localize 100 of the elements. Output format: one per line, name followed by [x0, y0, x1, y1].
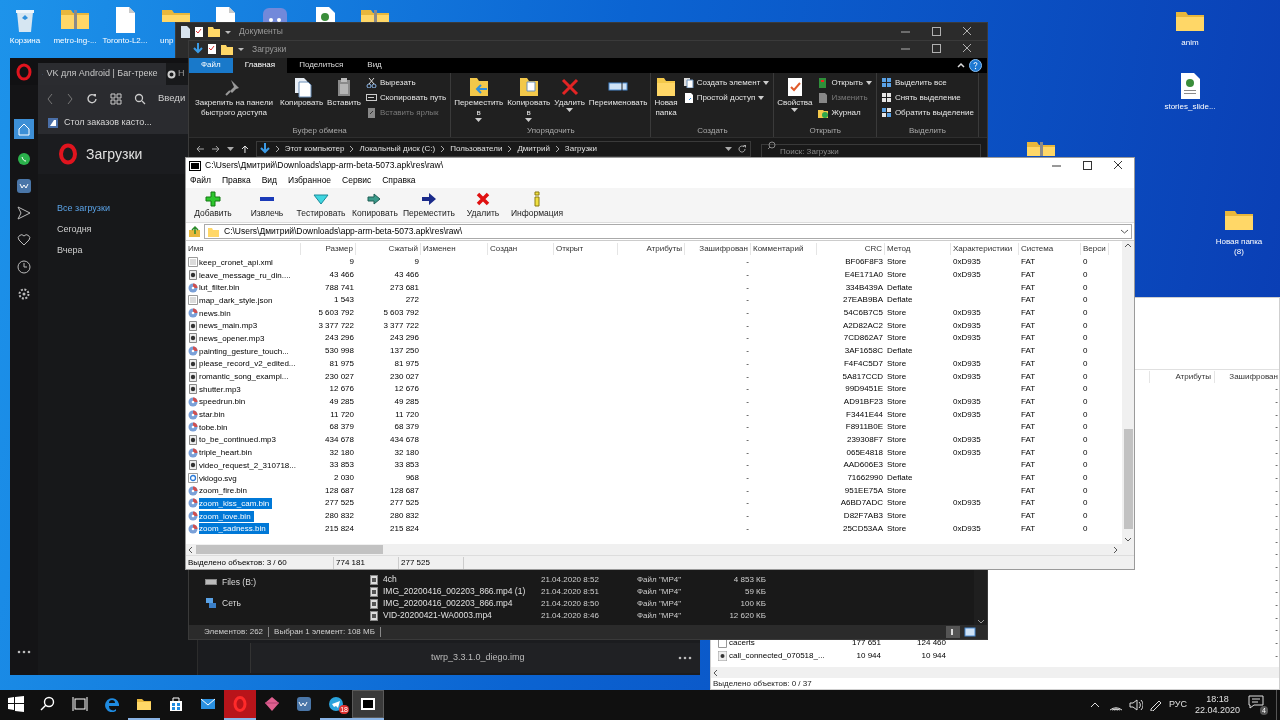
breadcrumb[interactable]: Загрузки: [564, 143, 598, 156]
breadcrumb[interactable]: Дмитрий: [517, 143, 550, 156]
ribbon-button[interactable]: Обратить выделение: [878, 105, 976, 120]
chat-icon[interactable]: [17, 152, 31, 166]
column-header[interactable]: Размер: [301, 242, 356, 255]
settings-icon[interactable]: [17, 287, 31, 301]
folder-up-icon[interactable]: [188, 225, 201, 238]
column-header[interactable]: Сжатый: [356, 242, 421, 255]
ribbon-button[interactable]: Простой доступ: [680, 90, 772, 105]
column-header[interactable]: Комментарий: [751, 242, 817, 255]
file-name[interactable]: to_be_continued.mp3: [199, 434, 279, 446]
more-icon[interactable]: [17, 649, 31, 655]
column-header[interactable]: Создан: [488, 242, 554, 255]
file-name[interactable]: zoom_kiss_cam.bin: [199, 497, 273, 509]
checklist-icon[interactable]: [194, 25, 204, 38]
search-icon[interactable]: [134, 92, 146, 105]
ribbon-button[interactable]: Журнал: [815, 105, 874, 120]
file-name[interactable]: VID-20200421-WA0003.mp4: [383, 609, 492, 622]
browser-tab[interactable]: Н: [166, 63, 188, 85]
clock-icon[interactable]: [17, 260, 31, 274]
ribbon-button[interactable]: Снять выделение: [878, 90, 976, 105]
details-view-icon[interactable]: [946, 626, 960, 638]
nav-link[interactable]: Все загрузки: [57, 202, 110, 215]
menu-item[interactable]: Справка: [382, 174, 416, 187]
ribbon-button[interactable]: Вставить: [326, 75, 362, 108]
file-name[interactable]: cacerts: [729, 637, 755, 650]
vertical-scrollbar[interactable]: [974, 569, 987, 626]
file-name[interactable]: speedrun.bin: [199, 396, 249, 408]
nav-link[interactable]: Сегодня: [57, 223, 92, 236]
file-name[interactable]: news.bin: [199, 307, 234, 319]
file-name[interactable]: lut_filter.bin: [199, 282, 243, 294]
volume-icon[interactable]: [1128, 699, 1143, 711]
show-desktop-button[interactable]: [1276, 690, 1280, 720]
download-icon[interactable]: [193, 43, 203, 56]
file-name[interactable]: zoom_love.bin: [199, 510, 254, 522]
checklist-icon[interactable]: [207, 43, 217, 56]
breadcrumb[interactable]: Локальный диск (C:): [359, 143, 436, 156]
send-icon[interactable]: [17, 206, 31, 220]
file-name[interactable]: romantic_song_exampl...: [199, 371, 292, 383]
toolbar-button[interactable]: Копировать: [348, 190, 402, 220]
file-name[interactable]: keep_cronet_api.xml: [199, 256, 276, 268]
toolbar-button[interactable]: Удалить: [456, 190, 510, 220]
column-header[interactable]: Зашифрован: [685, 242, 751, 255]
scrollbar-thumb[interactable]: [196, 545, 383, 554]
vertical-scrollbar[interactable]: [1122, 241, 1134, 544]
up-icon[interactable]: [239, 144, 250, 155]
column-header[interactable]: Атрибуты: [618, 242, 685, 255]
file-name[interactable]: video_request_2_310718...: [199, 459, 299, 471]
ribbon-button[interactable]: Открыть: [815, 75, 874, 90]
file-name[interactable]: zoom_sadness.bin: [199, 523, 269, 535]
ribbon-button[interactable]: Переместить в: [453, 75, 505, 123]
column-header[interactable]: Имя: [186, 242, 301, 255]
menu-item[interactable]: Правка: [221, 174, 251, 187]
forward-icon[interactable]: [210, 144, 221, 155]
file-name[interactable]: zoom_fire.bin: [199, 485, 251, 497]
file-name[interactable]: star.bin: [199, 409, 228, 421]
column-header[interactable]: Характеристики: [951, 242, 1019, 255]
download-item[interactable]: twrp_3.3.1.0_diego.img: [250, 643, 700, 673]
ribbon-button[interactable]: Скопировать путь: [364, 90, 449, 105]
ribbon-button[interactable]: Создать элемент: [680, 75, 772, 90]
scrollbar-thumb[interactable]: [1123, 429, 1133, 529]
nav-item[interactable]: Сеть: [205, 597, 366, 610]
menu-item[interactable]: Сервис: [342, 174, 372, 187]
grid-icon[interactable]: [110, 92, 122, 105]
breadcrumb[interactable]: Этот компьютер: [284, 143, 345, 156]
nav-item[interactable]: Files (B:): [205, 576, 366, 589]
toolbar-button[interactable]: Переместить: [402, 190, 456, 220]
file-name[interactable]: triple_heart.bin: [199, 447, 255, 459]
ribbon-button[interactable]: Удалить: [553, 75, 586, 113]
app-icon[interactable]: [189, 160, 201, 171]
toolbar-button[interactable]: Тестировать: [294, 190, 348, 220]
toolbar-button[interactable]: Информация: [510, 190, 564, 220]
ribbon-button[interactable]: Вырезать: [364, 75, 449, 90]
file-name[interactable]: map_dark_style.json: [199, 294, 276, 306]
ribbon-button[interactable]: Выделить все: [878, 75, 976, 90]
file-name[interactable]: leave_message_ru_din....: [199, 269, 294, 281]
clock-time[interactable]: 18:18: [1206, 694, 1229, 705]
ribbon-button[interactable]: Свойства: [776, 75, 814, 113]
toolbar-button[interactable]: Добавить: [186, 190, 240, 220]
help-icon[interactable]: [968, 57, 983, 73]
column-header[interactable]: Метод: [885, 242, 951, 255]
address-field[interactable]: Введи: [158, 91, 185, 106]
column-header[interactable]: Верси: [1081, 242, 1109, 255]
language-indicator[interactable]: РУС: [1168, 698, 1187, 712]
column-header[interactable]: Атрибуты: [1149, 370, 1214, 383]
more-icon[interactable]: [678, 655, 692, 661]
ribbon-button[interactable]: Переименовать: [587, 75, 649, 108]
nav-link[interactable]: Вчера: [57, 244, 83, 257]
bookmark-link[interactable]: Стол заказов касто...: [64, 116, 152, 130]
column-header[interactable]: Открыт: [554, 242, 618, 255]
menu-item[interactable]: Вид: [261, 174, 277, 187]
file-name[interactable]: vklogo.svg: [199, 472, 240, 484]
pen-icon[interactable]: [1148, 699, 1163, 711]
menu-item[interactable]: Файл: [190, 174, 211, 187]
ribbon-button[interactable]: Новая папка: [653, 75, 679, 118]
column-header[interactable]: Система: [1019, 242, 1081, 255]
file-name[interactable]: painting_gesture_touch...: [199, 345, 292, 357]
folder-icon[interactable]: [221, 43, 233, 55]
path-field[interactable]: C:\Users\Дмитрий\Downloads\app-arm-beta-5073.apk\res\raw\: [204, 224, 1132, 239]
ribbon-button[interactable]: Закрепить на панели быстрого доступа: [191, 75, 277, 118]
